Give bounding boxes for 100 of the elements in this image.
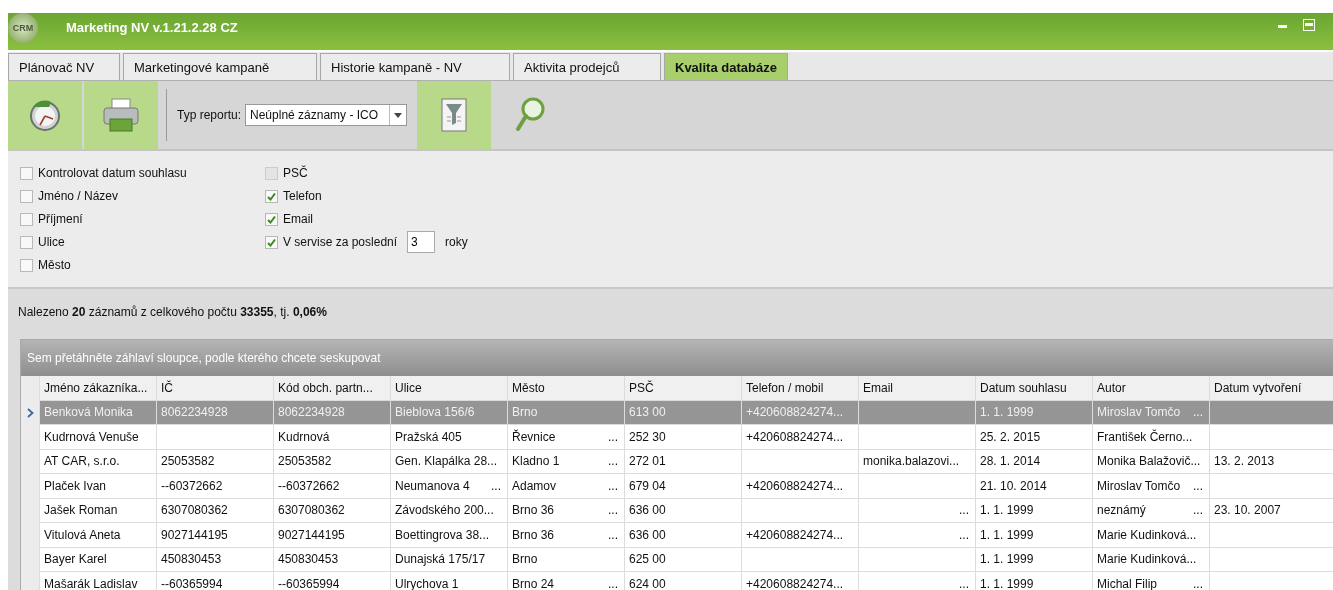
table-cell: 679 04 [625, 474, 742, 499]
column-header[interactable]: IČ [157, 376, 274, 401]
table-cell: 6307080362 [157, 498, 274, 523]
table-cell: Brno [508, 400, 625, 425]
checkbox[interactable] [20, 235, 33, 249]
table-cell: 252 30 [625, 425, 742, 450]
table-cell: 25053582 [157, 449, 274, 474]
cell-text: Neumanova 4 [395, 478, 470, 493]
table-cell: 21. 10. 2014 [976, 474, 1093, 499]
table-cell: 8062234928 [274, 400, 391, 425]
column-header[interactable]: Telefon / mobil [742, 376, 859, 401]
maximize-icon[interactable] [1303, 18, 1315, 31]
filter-button[interactable] [417, 81, 492, 149]
column-header[interactable]: Email [859, 376, 976, 401]
printer-icon [101, 97, 141, 133]
table-cell: 624 00 [625, 572, 742, 590]
tab[interactable]: Historie kampaně - NV [320, 53, 510, 80]
group-hint: Sem přetáhněte záhlaví sloupce, podle kterého chcete seskupovat [27, 351, 381, 365]
table-cell: Boettingrova 38... [391, 523, 508, 548]
table-row[interactable]: AT CAR, s.r.o. 25053582 25053582 Gen. Klapálka 28... Kladno 1 ... 272 01 monika.balazovi... 28. 1. 2014 Monika Balažovič... 13. 2. 2013 [21, 449, 1333, 474]
table-cell: Jašek Roman [40, 498, 157, 523]
more-button[interactable]: ... [489, 478, 503, 493]
table-cell: 1. 1. 1999 [976, 498, 1093, 523]
table-cell: 9027144195 [274, 523, 391, 548]
tab[interactable]: Plánovač NV [8, 53, 120, 80]
table-row[interactable]: Vitulová Aneta 9027144195 9027144195 Boettingrova 38... Brno 36 ... 636 00 +420608824274... ... 1. 1. 1999 Marie Kudinková... [21, 523, 1333, 548]
table-cell: 636 00 [625, 523, 742, 548]
table-cell: Gen. Klapálka 28... [391, 449, 508, 474]
table-row[interactable]: Mašarák Ladislav --60365994 --60365994 Ulrychova 1 Brno 24 ... 624 00 +420608824274... ... 1. 1. 1999 Michal Filip ... [21, 572, 1333, 590]
column-header[interactable]: PSČ [625, 376, 742, 401]
column-header[interactable]: Datum vytvoření [1210, 376, 1333, 401]
table-cell: Mašarák Ladislav [40, 572, 157, 590]
checkbox[interactable] [20, 166, 33, 180]
more-button[interactable]: ... [606, 576, 620, 590]
table-cell: František Černo... [1093, 425, 1210, 450]
cell-text: Brno 24 [512, 576, 555, 590]
table-row[interactable]: Bayer Karel 450830453 450830453 Dunajská 175/17 Brno 625 00 1. 1. 1999 Marie Kudinková... [21, 547, 1333, 572]
tab[interactable]: Kvalita databáze [664, 53, 788, 80]
checkbox[interactable] [265, 235, 278, 249]
table-cell: 272 01 [625, 449, 742, 474]
table-cell: 1. 1. 1999 [976, 572, 1093, 590]
more-button[interactable]: ... [957, 576, 971, 590]
table-cell: 1. 1. 1999 [976, 400, 1093, 425]
table-cell: 9027144195 [157, 523, 274, 548]
table-cell: 1. 1. 1999 [976, 547, 1093, 572]
checkbox[interactable] [20, 212, 33, 226]
checkbox[interactable] [20, 189, 33, 203]
column-header[interactable]: Datum souhlasu [976, 376, 1093, 401]
more-button[interactable]: ... [606, 478, 620, 493]
checkbox-label: Jméno / Název [38, 189, 119, 203]
table-cell: --60372662 [274, 474, 391, 499]
column-header[interactable]: Autor [1093, 376, 1210, 401]
checkbox-label: PSČ [283, 166, 308, 180]
table-cell: Závodského 200... [391, 498, 508, 523]
column-header[interactable]: Jméno zákazníka... [40, 376, 157, 401]
more-button[interactable]: ... [606, 454, 620, 469]
column-header[interactable]: Město [508, 376, 625, 401]
table-cell: +420608824274... [742, 572, 859, 590]
more-button[interactable]: ... [606, 527, 620, 542]
result-summary: Nalezeno 20 záznamů z celkového počtu 33355, tj. 0,06% [18, 305, 327, 319]
table-cell: Ulrychova 1 [391, 572, 508, 590]
table-cell: 25053582 [274, 449, 391, 474]
table-cell: Vitulová Aneta [40, 523, 157, 548]
table-cell: 13. 2. 2013 [1210, 449, 1333, 474]
more-button[interactable]: ... [957, 503, 971, 518]
table-cell: Marie Kudinková... [1093, 523, 1210, 548]
checkbox[interactable] [265, 189, 278, 203]
table-cell: +420608824274... [742, 425, 859, 450]
table-row[interactable]: Kudrnová Venuše Kudrnová Pražská 405 Řevnice ... 252 30 +420608824274... 25. 2. 2015 František Černo... [21, 425, 1333, 450]
column-header[interactable]: Kód obch. partn... [274, 376, 391, 401]
more-button[interactable]: ... [957, 527, 971, 542]
more-button[interactable]: ... [1191, 478, 1205, 493]
years-input[interactable]: 3 [407, 231, 436, 253]
cell-text: Brno 36 [512, 503, 555, 518]
more-button[interactable]: ... [606, 429, 620, 444]
table-cell: Bieblova 156/6 [391, 400, 508, 425]
caret-icon [394, 112, 403, 118]
checkbox-label: Kontrolovat datum souhlasu [38, 166, 187, 180]
table-cell: Marie Kudinková... [1093, 547, 1210, 572]
row-indicator-icon [26, 407, 34, 418]
tab[interactable]: Aktivita prodejců [513, 53, 661, 80]
table-cell: 636 00 [625, 498, 742, 523]
checkbox-label: Město [38, 258, 71, 272]
more-button[interactable]: ... [606, 503, 620, 518]
table-row[interactable]: Plaček Ivan --60372662 --60372662 Neumanova 4 ... Adamov ... 679 04 +420608824274... 21. 10. 2014 Miroslav Tomčo ... [21, 474, 1333, 499]
print-button[interactable] [84, 81, 158, 149]
history-button[interactable] [8, 81, 82, 149]
tab[interactable]: Marketingové kampaně [123, 53, 317, 80]
table-cell: 625 00 [625, 547, 742, 572]
more-button[interactable]: ... [1191, 576, 1205, 590]
more-button[interactable]: ... [1191, 503, 1205, 518]
table-cell: --60365994 [157, 572, 274, 590]
report-type-dropdown[interactable]: Neúplné záznamy - ICO [245, 104, 408, 126]
checkbox[interactable] [20, 258, 33, 272]
checkbox[interactable] [265, 212, 278, 226]
column-header[interactable]: Ulice [391, 376, 508, 401]
checkbox-label: Email [283, 212, 313, 226]
checkbox-label: Telefon [283, 189, 322, 203]
table-row[interactable]: Jašek Roman 6307080362 6307080362 Závodského 200... Brno 36 ... 636 00 ... 1. 1. 1999 neznámý ... 23. 10. 2007 [21, 498, 1333, 523]
cell-text: Adamov [512, 478, 557, 493]
